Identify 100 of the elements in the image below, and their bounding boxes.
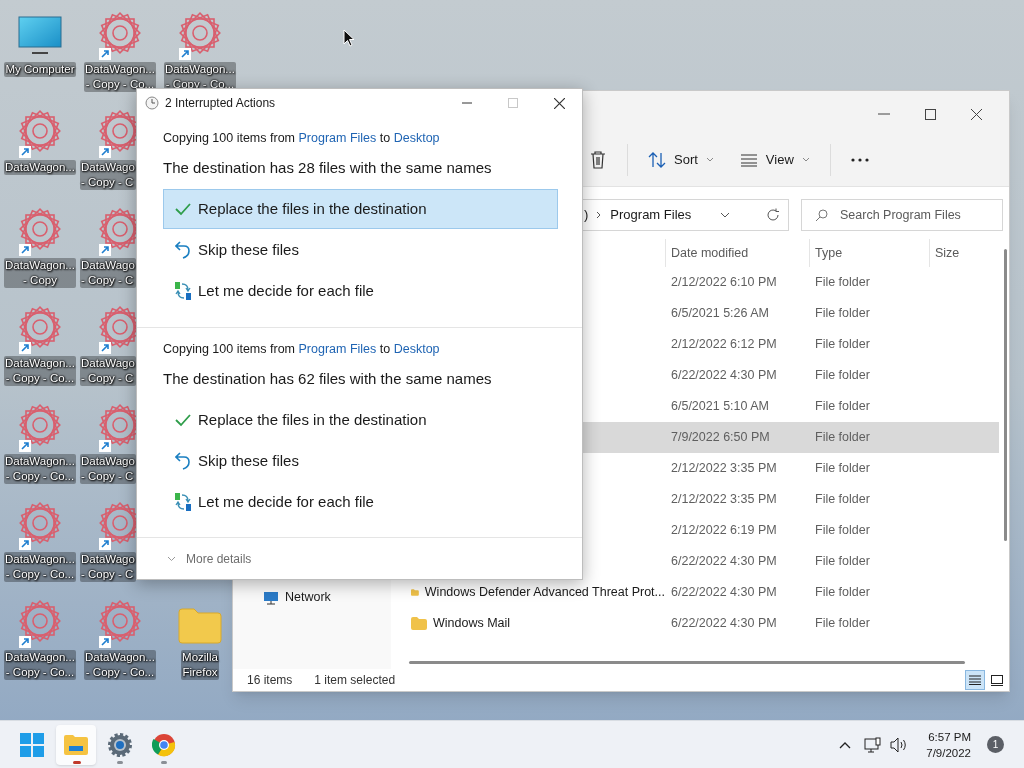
shortcut-arrow-icon [19, 440, 31, 452]
breadcrumb[interactable]: ) [584, 205, 589, 225]
shortcut-arrow-icon [19, 244, 31, 256]
browser-logo-icon [152, 732, 176, 757]
more-details-button[interactable]: More details [167, 549, 252, 568]
desktop-icon-label[interactable]: DataWagon... - Copy - Co... [4, 552, 76, 582]
ellipsis-icon [850, 157, 869, 162]
network-icon[interactable] [864, 736, 883, 753]
conflict-heading: The destination has 28 files with the same names [163, 157, 493, 178]
choice-option[interactable]: Let me decide for each file [163, 271, 558, 312]
details-view-button[interactable] [965, 670, 985, 690]
monitor-icon [18, 16, 62, 56]
checkmark-icon [175, 202, 191, 217]
sort-button[interactable]: Sort [642, 144, 720, 175]
folder-icon [178, 608, 222, 644]
destination-link[interactable]: Desktop [393, 342, 440, 356]
file-name: Windows Defender Advanced Threat Prot... [424, 584, 665, 602]
column-header[interactable]: Size [929, 239, 999, 267]
destination-link[interactable]: Desktop [393, 131, 440, 145]
shortcut-arrow-icon [19, 636, 31, 648]
type-cell-text: File folder [814, 367, 871, 385]
file-row[interactable]: Windows Mail 6/22/2022 4:30 PM File folder [391, 608, 999, 639]
type-cell-text: File folder [814, 336, 871, 354]
type-cell-text: File folder [814, 274, 871, 292]
shortcut-arrow-icon [99, 636, 111, 648]
window-title: 2 Interrupted Actions [165, 95, 276, 112]
speaker-icon[interactable] [890, 736, 909, 753]
folder-icon [411, 617, 427, 630]
clock-icon [145, 96, 159, 110]
date-cell-text: 6/5/2021 5:10 AM [670, 398, 770, 416]
date-cell-text: 6/5/2021 5:26 AM [670, 305, 770, 323]
chevron-up-icon [839, 740, 852, 749]
desktop-icon-label[interactable]: DataWago - Copy - C [80, 356, 136, 386]
swap-files-icon [174, 492, 192, 513]
clock[interactable]: 6:57 PM 7/9/2022 [922, 728, 975, 761]
choice-option[interactable]: Skip these files [163, 230, 558, 271]
source-link[interactable]: Program Files [298, 131, 377, 145]
swap-files-icon [174, 281, 192, 302]
shortcut-arrow-icon [99, 440, 111, 452]
date-cell-text: 6/22/2022 4:30 PM [670, 615, 778, 633]
desktop-icon-label[interactable]: DataWago - Copy - C [80, 454, 136, 484]
desktop-icon-label[interactable]: DataWago - Copy - C [80, 552, 136, 582]
date-cell-text: 2/12/2022 3:35 PM [670, 460, 778, 478]
shortcut-arrow-icon [99, 244, 111, 256]
shortcut-arrow-icon [99, 48, 111, 60]
desktop-icon-label[interactable]: DataWagon... - Copy - Co... [4, 454, 76, 484]
shortcut-arrow-icon [19, 342, 31, 354]
taskbar-app-button[interactable] [56, 724, 96, 765]
gear-icon [107, 731, 133, 758]
undo-arrow-icon [175, 241, 191, 260]
chevron-right-icon [596, 211, 603, 219]
copy-progress-text: Copying 100 items from Program Files to Desktop [163, 130, 441, 147]
date-cell-text: 6/22/2022 4:30 PM [670, 553, 778, 571]
desktop-icon-label[interactable]: DataWagon... - Copy - Co... [4, 650, 76, 680]
search-field[interactable]: Search Program Files [801, 199, 1003, 231]
selection-count: 1 item selected [314, 672, 396, 689]
source-link[interactable]: Program Files [298, 342, 377, 356]
star-pattern-icon [17, 402, 63, 448]
date-cell-text: 6/22/2022 4:30 PM [670, 367, 778, 385]
minimize-icon [878, 113, 890, 115]
star-pattern-icon [17, 206, 63, 252]
list-view-icon [969, 675, 981, 685]
file-row[interactable]: Windows Defender Advanced Threat Prot... 6/22/2022 4:30 PM File folder [391, 577, 999, 608]
star-pattern-icon [17, 598, 63, 644]
folder-icon [411, 586, 419, 599]
conflict-heading: The destination has 62 files with the same names [163, 368, 493, 389]
date-cell-text: 2/12/2022 6:12 PM [670, 336, 778, 354]
view-button[interactable]: View [733, 144, 816, 175]
shortcut-arrow-icon [99, 538, 111, 550]
horizontal-scrollbar[interactable] [409, 661, 965, 664]
breadcrumb[interactable]: Program Files [610, 205, 692, 225]
shortcut-arrow-icon [19, 146, 31, 158]
star-pattern-icon [17, 500, 63, 546]
network-icon [263, 590, 279, 605]
column-header[interactable]: Date modified [665, 239, 809, 267]
desktop-icon-label[interactable]: Mozilla Firefox [181, 650, 219, 680]
shortcut-arrow-icon [99, 146, 111, 158]
desktop-icon-label[interactable]: DataWagon... - Copy - Co... [4, 356, 76, 386]
maximize-icon [508, 98, 518, 108]
search-icon [815, 209, 828, 222]
type-cell-text: File folder [814, 460, 871, 478]
checkmark-icon [175, 413, 191, 428]
choice-option[interactable]: Let me decide for each file [163, 482, 558, 523]
type-cell-text: File folder [814, 398, 871, 416]
close-icon [970, 108, 982, 120]
column-header[interactable]: Type [809, 239, 929, 267]
folder-icon [63, 733, 89, 756]
minimize-icon [462, 102, 472, 104]
shortcut-arrow-icon [19, 538, 31, 550]
type-cell-text: File folder [814, 429, 871, 447]
file-name: Windows Mail [433, 615, 511, 633]
choice-option[interactable]: Replace the files in the destination [163, 189, 558, 230]
notification-badge[interactable]: 1 [987, 736, 1004, 753]
sort-icon [648, 151, 666, 168]
nav-item[interactable]: Network [263, 588, 391, 607]
date-cell-text: 7/9/2022 6:50 PM [670, 429, 771, 447]
vertical-scrollbar[interactable] [1004, 249, 1007, 541]
desktop-icon-label[interactable]: DataWagon... - Copy - Co... [84, 650, 156, 680]
type-cell-text: File folder [814, 491, 871, 509]
chevron-down-icon [167, 555, 176, 562]
